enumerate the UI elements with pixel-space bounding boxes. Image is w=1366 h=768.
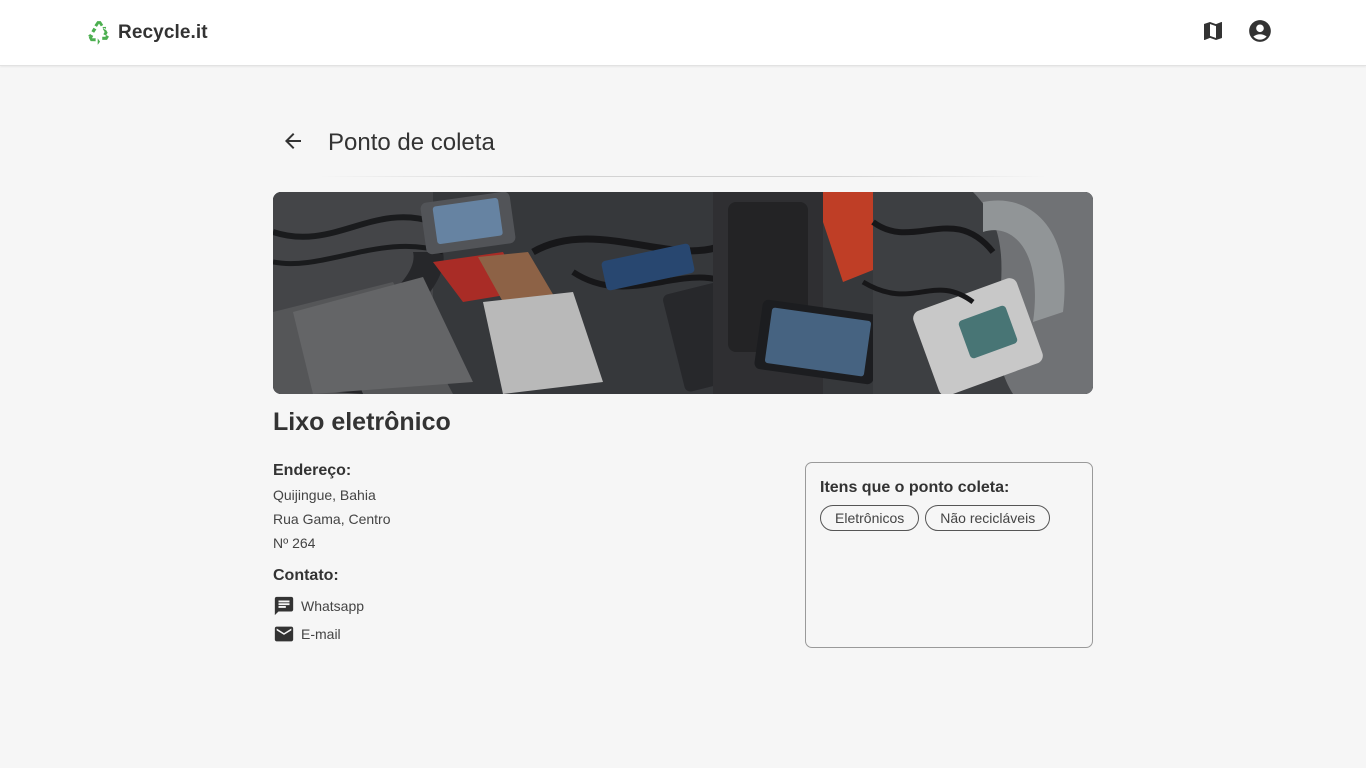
collected-items-card: Itens que o ponto coleta: Eletrônicos Nã… <box>805 462 1093 648</box>
address-number: Nº 264 <box>273 535 316 551</box>
account-circle-icon <box>1247 18 1273 49</box>
arrow-back-icon <box>281 129 305 158</box>
contact-email[interactable]: E-mail <box>273 620 773 648</box>
header-divider <box>318 176 1048 177</box>
collection-point-details: Endereço: Quijingue, Bahia Rua Gama, Cen… <box>273 462 773 648</box>
back-button[interactable] <box>279 129 307 157</box>
top-app-bar: Recycle.it <box>0 0 1366 66</box>
contact-email-label: E-mail <box>301 626 341 642</box>
contact-whatsapp[interactable]: Whatsapp <box>273 592 773 620</box>
collected-items-title: Itens que o ponto coleta: <box>820 479 1010 496</box>
chat-icon <box>273 595 295 617</box>
contact-list: Whatsapp E-mail <box>273 592 773 648</box>
page-header: Ponto de coleta <box>273 122 1093 164</box>
collected-items-chips: Eletrônicos Não recicláveis <box>820 505 1078 531</box>
address-block: Quijingue, Bahia Rua Gama, Centro Nº 264 <box>273 483 773 555</box>
address-label: Endereço: <box>273 462 352 479</box>
mail-icon <box>273 623 295 645</box>
map-button[interactable] <box>1199 19 1227 47</box>
contact-label: Contato: <box>273 567 339 584</box>
item-chip[interactable]: Eletrônicos <box>820 505 920 531</box>
account-button[interactable] <box>1246 19 1274 47</box>
collection-point-name: Lixo eletrônico <box>273 408 451 436</box>
map-icon <box>1201 19 1225 48</box>
item-chip[interactable]: Não recicláveis <box>925 505 1051 531</box>
app-name: Recycle.it <box>118 22 208 43</box>
recycle-icon <box>86 20 112 46</box>
address-city: Quijingue, Bahia <box>273 487 376 503</box>
brand[interactable]: Recycle.it <box>86 19 208 47</box>
contact-whatsapp-label: Whatsapp <box>301 598 365 614</box>
collection-point-image <box>273 192 1093 394</box>
address-street: Rua Gama, Centro <box>273 511 391 527</box>
page-title: Ponto de coleta <box>328 129 495 156</box>
